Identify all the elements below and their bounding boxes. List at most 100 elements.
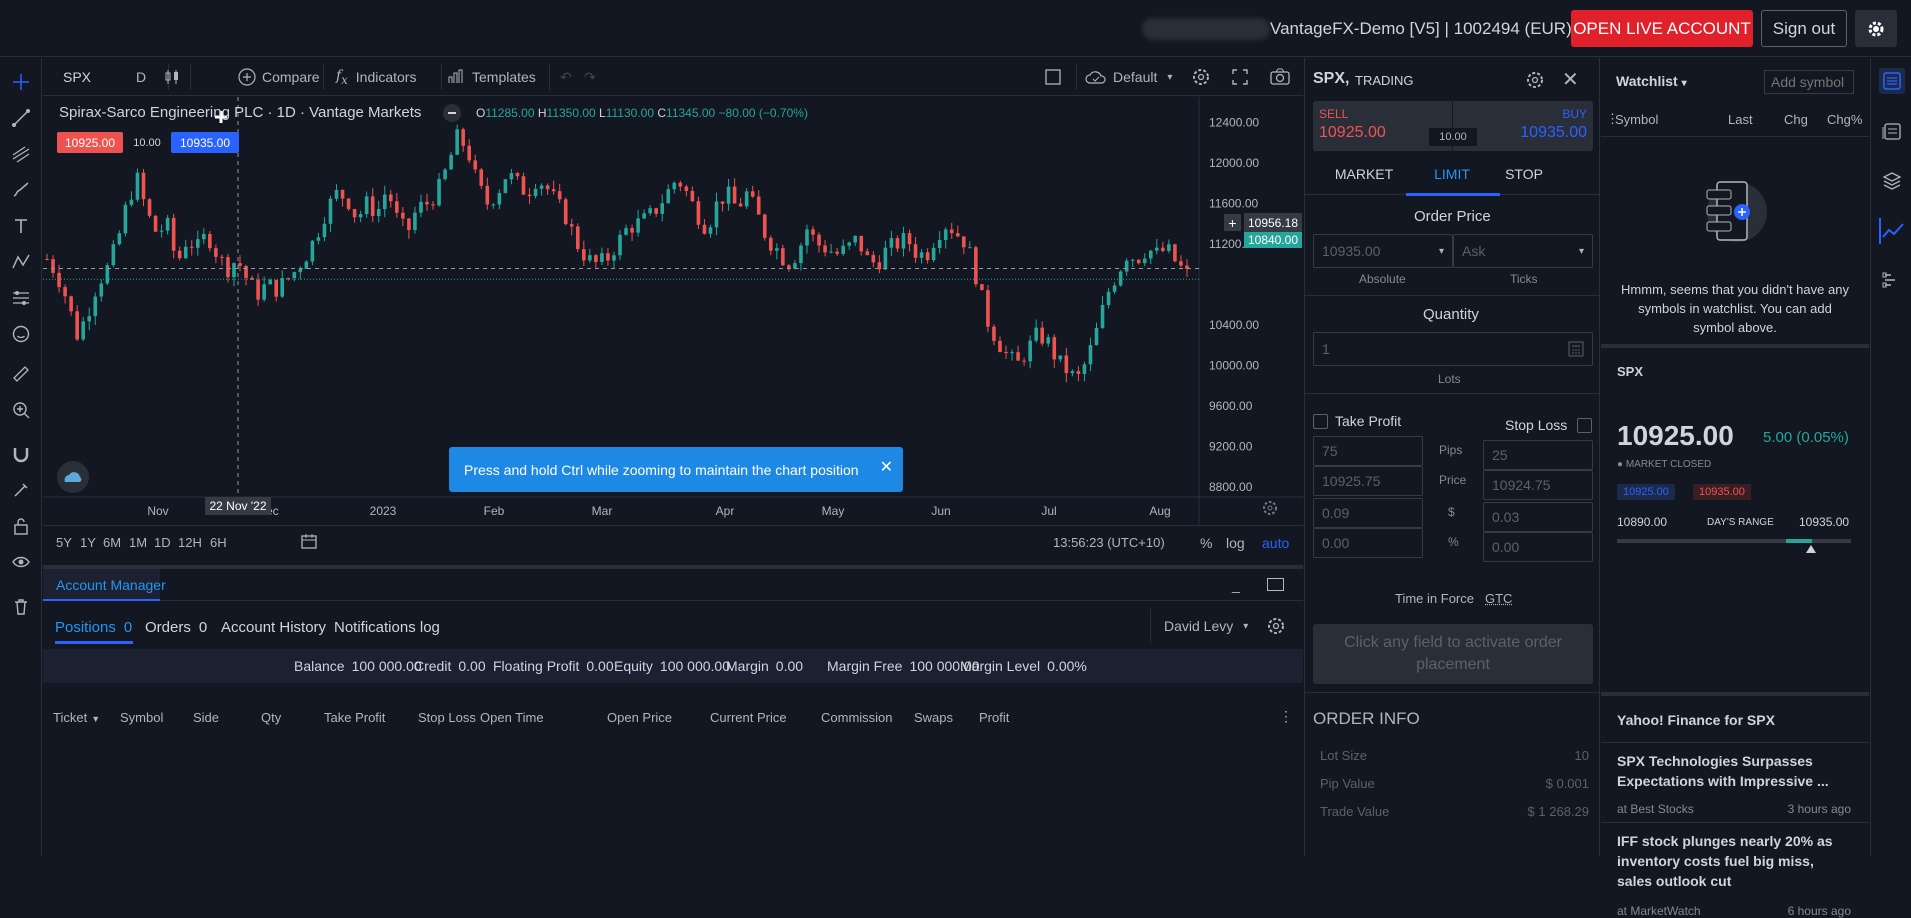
symbol-search[interactable]: SPX — [63, 58, 91, 96]
buy-price-button[interactable]: 10935.00 — [171, 132, 239, 153]
percent-toggle[interactable]: % — [1200, 535, 1212, 551]
watchlist-icon[interactable] — [1879, 68, 1905, 94]
stop-loss-input[interactable]: 0.03 — [1483, 502, 1593, 532]
dom-icon[interactable] — [1879, 268, 1905, 294]
trash-icon[interactable] — [9, 594, 33, 618]
column-header[interactable]: Profit — [979, 710, 1009, 725]
account-tab[interactable]: Orders 0 — [145, 619, 207, 636]
lock-drawing-icon[interactable] — [9, 478, 33, 502]
add-symbol-input[interactable] — [1764, 70, 1854, 94]
calculator-icon[interactable] — [1568, 341, 1584, 357]
order-type-tab[interactable]: MARKET — [1329, 166, 1399, 182]
magnet-icon[interactable] — [9, 442, 33, 466]
stop-loss-checkbox[interactable] — [1577, 418, 1592, 433]
column-header[interactable]: Ticket ▼ — [53, 710, 100, 725]
range-button[interactable]: 6M — [103, 535, 121, 550]
minimize-icon[interactable]: _ — [1232, 577, 1240, 593]
column-header[interactable]: Commission — [821, 710, 893, 725]
range-button[interactable]: 1D — [154, 535, 171, 550]
axis-settings-icon[interactable] — [1261, 499, 1279, 517]
maximize-icon[interactable] — [1267, 578, 1284, 591]
zoom-in-icon[interactable] — [9, 398, 33, 422]
watchlist-column-header[interactable]: Symbol — [1615, 112, 1658, 127]
order-settings-icon[interactable] — [1525, 70, 1545, 93]
lock-icon[interactable] — [9, 514, 33, 538]
range-button[interactable]: 5Y — [56, 535, 72, 550]
watchlist-column-header[interactable]: Chg — [1784, 112, 1808, 127]
sell-price-button[interactable]: 10925.00 — [57, 132, 123, 153]
stop-loss-input[interactable]: 0.00 — [1483, 532, 1593, 562]
time-in-force-value[interactable]: GTC — [1485, 591, 1512, 606]
fib-tool-icon[interactable] — [9, 142, 33, 166]
redo-icon[interactable]: ↷ — [584, 58, 596, 96]
stop-loss-input[interactable]: 10924.75 — [1483, 470, 1593, 500]
candles-icon[interactable] — [164, 58, 180, 96]
emoji-icon[interactable] — [9, 322, 33, 346]
watchlist-column-header[interactable]: Chg% — [1827, 112, 1862, 127]
fullscreen-icon[interactable] — [1231, 58, 1249, 96]
account-settings-icon[interactable] — [1265, 615, 1287, 637]
range-button[interactable]: 1Y — [80, 535, 96, 550]
timezone-label[interactable]: 13:56:23 (UTC+10) — [1053, 535, 1165, 550]
watchlist-column-header[interactable]: Last — [1728, 112, 1753, 127]
stop-loss-input[interactable]: 25 — [1483, 440, 1593, 470]
more-options-icon[interactable]: ⋮ — [1279, 708, 1293, 725]
settings-gear-icon[interactable] — [1855, 10, 1897, 47]
sign-out-button[interactable]: Sign out — [1761, 10, 1847, 47]
column-header[interactable]: Stop Loss — [418, 710, 476, 725]
column-header[interactable]: Side — [193, 710, 219, 725]
add-order-plus-icon[interactable]: + — [1224, 214, 1241, 231]
layout-menu[interactable]: Default ▾ — [1085, 58, 1172, 96]
take-profit-input[interactable]: 10925.75 — [1313, 466, 1423, 496]
column-header[interactable]: Open Time — [480, 710, 544, 725]
order-price-input[interactable]: 10935.00 ▾ — [1313, 234, 1453, 268]
ask-select[interactable]: Ask ▾ — [1453, 234, 1593, 268]
place-order-button[interactable]: Click any field to activate order placem… — [1313, 624, 1593, 684]
column-header[interactable]: Open Price — [607, 710, 672, 725]
watchlist-title[interactable]: Watchlist ▾ — [1616, 73, 1687, 89]
ruler-icon[interactable] — [9, 362, 33, 386]
templates-button[interactable]: Templates — [448, 58, 536, 96]
column-header[interactable]: Swaps — [914, 710, 953, 725]
trend-line-icon[interactable] — [9, 106, 33, 130]
prediction-icon[interactable] — [9, 286, 33, 310]
brush-icon[interactable] — [9, 178, 33, 202]
open-live-account-button[interactable]: OPEN LIVE ACCOUNT — [1571, 10, 1753, 47]
take-profit-checkbox[interactable] — [1313, 414, 1328, 429]
log-toggle[interactable]: log — [1226, 535, 1245, 551]
news-headline[interactable]: IFF stock plunges nearly 20% as inventor… — [1617, 831, 1852, 891]
order-type-tab[interactable]: LIMIT — [1405, 166, 1499, 182]
range-button[interactable]: 12H — [178, 535, 202, 550]
rectangle-select-icon[interactable] — [1044, 58, 1062, 96]
close-icon[interactable]: ✕ — [880, 457, 893, 477]
news-headline[interactable]: SPX Technologies Surpasses Expectations … — [1617, 751, 1852, 791]
legend-collapse-icon[interactable] — [443, 104, 461, 122]
range-button[interactable]: 1M — [129, 535, 147, 550]
indicators-button[interactable]: fx Indicators — [336, 58, 416, 96]
trading-chart-icon[interactable] — [1879, 218, 1905, 244]
pattern-icon[interactable] — [9, 250, 33, 274]
auto-toggle[interactable]: auto — [1262, 535, 1289, 551]
details-icon[interactable] — [1879, 118, 1905, 144]
user-select[interactable]: David Levy ▾ — [1150, 609, 1256, 643]
camera-icon[interactable] — [1270, 58, 1290, 96]
close-panel-icon[interactable]: ✕ — [1562, 67, 1579, 92]
interval-button[interactable]: D — [136, 58, 146, 96]
quantity-input[interactable]: 1 — [1313, 332, 1593, 366]
compare-button[interactable]: Compare — [238, 58, 320, 96]
account-tab[interactable]: Account History — [221, 619, 326, 636]
chart-settings-icon[interactable] — [1191, 58, 1211, 96]
layers-icon[interactable] — [1879, 168, 1905, 194]
range-button[interactable]: 6H — [210, 535, 227, 550]
date-range-icon[interactable] — [300, 533, 318, 554]
undo-icon[interactable]: ↶ — [560, 58, 572, 96]
account-tab[interactable]: Notifications log — [334, 619, 440, 636]
column-header[interactable]: Current Price — [710, 710, 787, 725]
take-profit-input[interactable]: 75 — [1313, 436, 1423, 466]
account-tab[interactable]: Positions 0 — [55, 619, 132, 636]
text-tool-icon[interactable] — [9, 214, 33, 238]
take-profit-input[interactable]: 0.00 — [1313, 528, 1423, 558]
order-type-tab[interactable]: STOP — [1489, 166, 1559, 182]
crosshair-icon[interactable] — [9, 70, 33, 94]
column-header[interactable]: Symbol — [120, 710, 163, 725]
